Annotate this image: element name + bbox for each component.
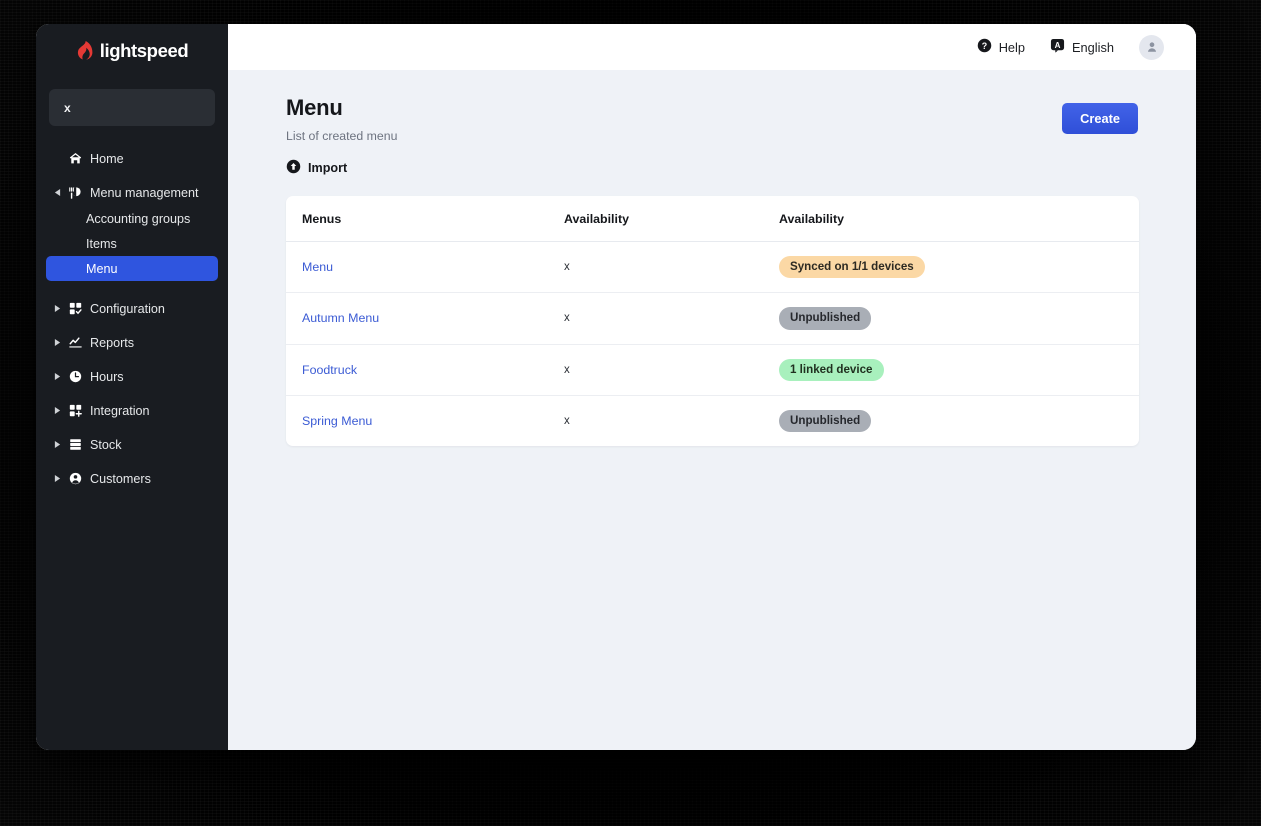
table-row: Spring Menu x Unpublished [286,395,1139,446]
chevron-right-icon[interactable] [50,475,64,482]
sidebar: lightspeed x Home Menu management Accoun… [36,24,228,750]
cell-availability: x [564,292,779,345]
svg-text:?: ? [981,41,986,51]
menus-table-card: Menus Availability Availability Menu x S… [286,196,1139,447]
brand-logo[interactable]: lightspeed [36,24,228,74]
menu-link[interactable]: Spring Menu [302,414,372,428]
import-button[interactable]: Import [286,159,397,177]
upload-circle-icon [286,159,301,177]
sidebar-item-label: Customers [90,471,151,486]
language-switcher[interactable]: A English [1050,38,1114,56]
sidebar-item-label: Home [90,151,124,166]
configuration-grid-check-icon [64,302,86,315]
page-header: Menu List of created menu Import Create [286,95,1138,177]
help-button[interactable]: ? Help [977,38,1025,56]
customer-person-icon [64,472,86,485]
help-label: Help [998,39,1026,55]
sidebar-item-customers[interactable]: Customers [46,465,218,492]
column-header-menus: Menus [286,196,564,242]
sidebar-nav: Home Menu management Accounting groups I… [36,138,228,492]
status-badge: Unpublished [779,307,872,330]
sidebar-item-configuration[interactable]: Configuration [46,295,218,322]
user-avatar-icon[interactable] [1139,34,1164,60]
cell-menu-name: Foodtruck [286,344,564,396]
cell-menu-name: Menu [286,241,564,294]
sidebar-item-label: Integration [90,403,150,418]
cell-availability: x [564,344,779,396]
sidebar-item-integration[interactable]: Integration [46,397,218,424]
chevron-right-icon[interactable] [50,407,64,414]
svg-text:A: A [1055,41,1061,50]
menu-link[interactable]: Autumn Menu [302,311,379,325]
page-title: Menu [286,95,343,120]
cell-status: Unpublished [779,292,1139,345]
location-picker[interactable]: x [49,89,215,126]
cell-availability: x [564,241,779,294]
sidebar-item-label: Reports [90,335,135,350]
help-circle-icon: ? [977,38,992,56]
import-label: Import [308,161,348,175]
chevron-right-icon[interactable] [50,339,64,346]
chevron-right-icon[interactable] [50,441,64,448]
language-label: English [1072,39,1114,55]
sidebar-item-reports[interactable]: Reports [46,329,218,356]
top-bar: ? Help A English [228,24,1196,70]
integration-grid-plus-icon [64,404,86,417]
cell-availability: x [564,415,570,428]
cell-status: Unpublished [779,395,1139,446]
table-row: Menu x Synced on 1/1 devices [286,241,1139,294]
status-badge: Unpublished [779,409,872,433]
page-subtitle: List of created menu [286,129,398,143]
sidebar-item-menu[interactable]: Menu [46,256,218,281]
column-header-availability-status: Availability [779,196,1139,242]
brand-name: lightspeed [99,39,189,61]
sidebar-item-hours[interactable]: Hours [46,363,218,390]
sidebar-item-accounting-groups[interactable]: Accounting groups [46,206,218,231]
chevron-right-icon[interactable] [50,305,64,312]
main-area: ? Help A English Menu List of created me… [228,24,1196,750]
table-head: Menus Availability Availability [286,196,1139,242]
sidebar-item-stock[interactable]: Stock [46,431,218,458]
sidebar-subitem-label: Menu [86,261,118,276]
status-badge: Synced on 1/1 devices [779,256,925,279]
lightspeed-flame-icon [76,40,93,61]
reports-chart-icon [64,336,86,349]
table-body: Menu x Synced on 1/1 devices Autumn Menu [286,241,1139,447]
sidebar-item-items[interactable]: Items [46,231,218,256]
sidebar-item-home[interactable]: Home [46,145,218,172]
page-header-text: Menu List of created menu Import [286,95,397,177]
sidebar-subitem-label: Accounting groups [86,211,191,226]
sidebar-item-menu-management[interactable]: Menu management [46,179,218,206]
clock-icon [64,370,86,383]
sidebar-item-label: Stock [90,437,122,452]
location-picker-value: x [64,100,71,115]
cell-status: 1 linked device [779,344,1139,396]
app-window: lightspeed x Home Menu management Accoun… [36,24,1196,750]
chevron-down-icon[interactable] [50,189,64,196]
cell-menu-name: Autumn Menu [286,292,564,345]
menus-table: Menus Availability Availability Menu x S… [286,196,1139,446]
sidebar-item-label: Hours [90,369,124,384]
table-row: Autumn Menu x Unpublished [286,292,1139,345]
sidebar-item-label: Configuration [90,301,165,316]
cell-status: Synced on 1/1 devices [779,241,1139,294]
sidebar-subitem-label: Items [86,236,117,251]
create-button[interactable]: Create [1062,103,1138,134]
column-header-availability: Availability [564,196,779,242]
menu-management-icon [64,186,86,200]
chevron-right-icon[interactable] [50,373,64,380]
table-header-row: Menus Availability Availability [286,196,1139,242]
status-badge: 1 linked device [779,358,884,381]
table-row: Foodtruck x 1 linked device [286,344,1139,396]
page-content: Menu List of created menu Import Create [228,70,1196,750]
menu-link[interactable]: Menu [302,260,333,274]
cell-menu-name: Spring Menu [286,395,564,446]
sidebar-item-label: Menu management [90,185,199,200]
translate-icon: A [1050,38,1065,56]
menu-link[interactable]: Foodtruck [302,363,357,377]
stock-boxes-icon [64,438,86,451]
home-icon [64,152,86,165]
